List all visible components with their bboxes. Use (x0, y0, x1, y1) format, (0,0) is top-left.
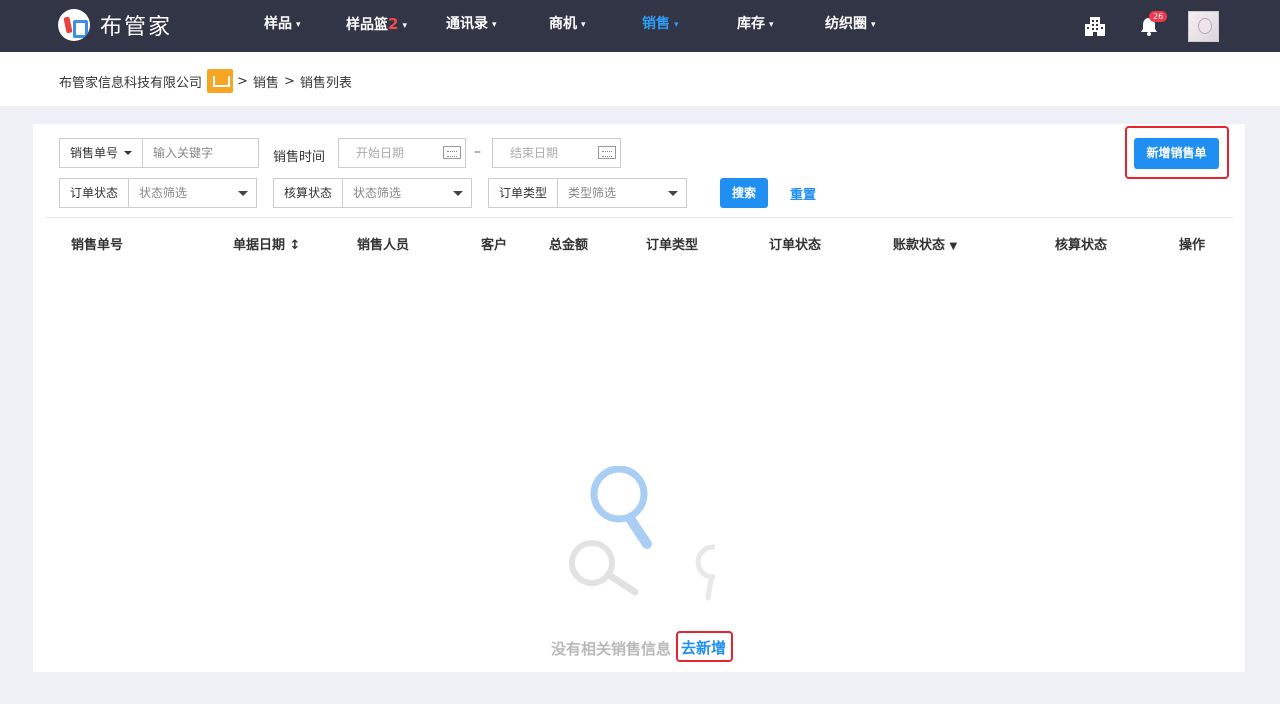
app-name: 布管家 (100, 15, 173, 40)
sort-icon[interactable]: ↕ (290, 238, 301, 253)
order-no-select[interactable]: 销售单号 (60, 139, 144, 167)
order-type-filter[interactable]: 订单类型 类型筛选 (488, 178, 687, 208)
dropdown-arrow-icon (453, 191, 463, 196)
nav-item-sales[interactable]: 销售 ▾ (642, 0, 679, 52)
order-status-value: 状态筛选 (139, 186, 188, 200)
reset-link[interactable]: 重置 (790, 184, 816, 203)
divider (45, 217, 1233, 218)
calendar-icon[interactable] (443, 146, 461, 159)
nav-label: 销售 (642, 16, 670, 32)
column-header-customer: 客户 (481, 238, 508, 253)
chevron-down-icon: ▾ (871, 20, 876, 30)
breadcrumb-bar: 布管家信息科技有限公司 > 销售 > 销售列表 (0, 52, 1280, 106)
column-header-total: 总金额 (549, 238, 589, 253)
filter-icon[interactable]: ▼ (950, 241, 958, 252)
column-header-label: 账款状态 (893, 238, 946, 253)
breadcrumb: 布管家信息科技有限公司 > 销售 > 销售列表 (59, 69, 357, 93)
column-header-salesperson: 销售人员 (357, 238, 410, 253)
settle-status-label: 核算状态 (274, 179, 344, 207)
nav-item-samples[interactable]: 样品 ▾ (264, 0, 301, 52)
chevron-down-icon: ▾ (674, 20, 679, 30)
settle-status-select[interactable]: 状态筛选 (343, 179, 471, 207)
column-header-order-status: 订单状态 (769, 238, 822, 253)
calendar-icon[interactable] (598, 146, 616, 159)
building-icon[interactable] (1084, 15, 1106, 37)
order-type-label: 订单类型 (489, 179, 559, 207)
dropdown-arrow-icon (668, 191, 678, 196)
chevron-down-icon: ▾ (402, 21, 407, 31)
order-status-filter[interactable]: 订单状态 状态筛选 (59, 178, 257, 208)
nav-item-sample-basket[interactable]: 样品篮2 ▾ (346, 0, 407, 52)
dropdown-arrow-icon (238, 191, 248, 196)
order-status-select[interactable]: 状态筛选 (129, 179, 256, 207)
nav-label: 纺织圈 (825, 16, 867, 32)
column-header-settle-status: 核算状态 (1055, 238, 1108, 253)
nav-item-opportunities[interactable]: 商机 ▾ (549, 0, 586, 52)
nav-label: 样品 (264, 16, 292, 32)
sale-time-label: 销售时间 (273, 150, 326, 165)
end-date-placeholder: 结束日期 (510, 146, 559, 160)
crown-icon (207, 69, 234, 93)
order-no-filter: 销售单号 输入关键字 (59, 138, 259, 168)
top-navbar: 布管家 样品 ▾ 样品篮2 ▾ 通讯录 ▾ 商机 ▾ 销售 ▾ 库存 ▾ 纺织圈 ▾ 26 (0, 0, 1280, 52)
date-range-separator: – (474, 144, 481, 160)
column-header-actions: 操作 (1179, 238, 1206, 253)
order-status-label: 订单状态 (60, 179, 130, 207)
breadcrumb-current: 销售列表 (299, 75, 352, 91)
chevron-down-icon: ▾ (769, 20, 774, 30)
nav-label: 样品篮 (346, 17, 388, 33)
main-panel: 销售单号 输入关键字 销售时间 开始日期 – 结束日期 订单状态 状态筛选 核算… (33, 124, 1245, 672)
notification-badge: 26 (1149, 11, 1168, 22)
logo[interactable]: 布管家 (58, 9, 172, 41)
breadcrumb-sales[interactable]: 销售 (253, 72, 279, 91)
column-header-doc-date[interactable]: 单据日期 ↕ (233, 234, 300, 253)
breadcrumb-separator: > (237, 73, 248, 89)
order-type-value: 类型筛选 (568, 186, 617, 200)
chevron-down-icon: ▾ (581, 20, 586, 30)
column-header-label: 单据日期 (233, 238, 286, 253)
nav-label: 库存 (737, 16, 765, 32)
logo-icon (58, 9, 90, 41)
basket-count: 2 (388, 15, 399, 33)
avatar[interactable] (1188, 11, 1219, 42)
nav-item-inventory[interactable]: 库存 ▾ (737, 0, 774, 52)
chevron-down-icon: ▾ (492, 20, 497, 30)
start-date-placeholder: 开始日期 (356, 146, 405, 160)
column-header-payment-status[interactable]: 账款状态 ▼ (893, 234, 957, 253)
empty-state-magnifier-icon (569, 466, 715, 601)
column-header-order-no: 销售单号 (71, 238, 124, 253)
order-no-input[interactable]: 输入关键字 (143, 139, 258, 167)
nav-label: 通讯录 (446, 16, 488, 32)
caret-down-icon (124, 151, 133, 155)
new-sale-order-button[interactable]: 新增销售单 (1134, 138, 1219, 169)
start-date-input[interactable]: 开始日期 (338, 138, 466, 168)
end-date-input[interactable]: 结束日期 (492, 138, 621, 168)
go-add-link[interactable]: 去新增 (681, 637, 726, 658)
settle-status-value: 状态筛选 (353, 186, 402, 200)
column-header-order-type: 订单类型 (646, 238, 699, 253)
order-no-label: 销售单号 (70, 146, 119, 160)
nav-item-textile-circle[interactable]: 纺织圈 ▾ (825, 0, 876, 52)
breadcrumb-company[interactable]: 布管家信息科技有限公司 (59, 72, 202, 91)
nav-item-contacts[interactable]: 通讯录 ▾ (446, 0, 497, 52)
order-type-select[interactable]: 类型筛选 (558, 179, 686, 207)
nav-label: 商机 (549, 16, 577, 32)
settle-status-filter[interactable]: 核算状态 状态筛选 (273, 178, 472, 208)
empty-state-message: 没有相关销售信息 (551, 640, 672, 658)
breadcrumb-separator: > (283, 73, 295, 89)
chevron-down-icon: ▾ (296, 20, 301, 30)
search-button[interactable]: 搜索 (720, 178, 768, 208)
